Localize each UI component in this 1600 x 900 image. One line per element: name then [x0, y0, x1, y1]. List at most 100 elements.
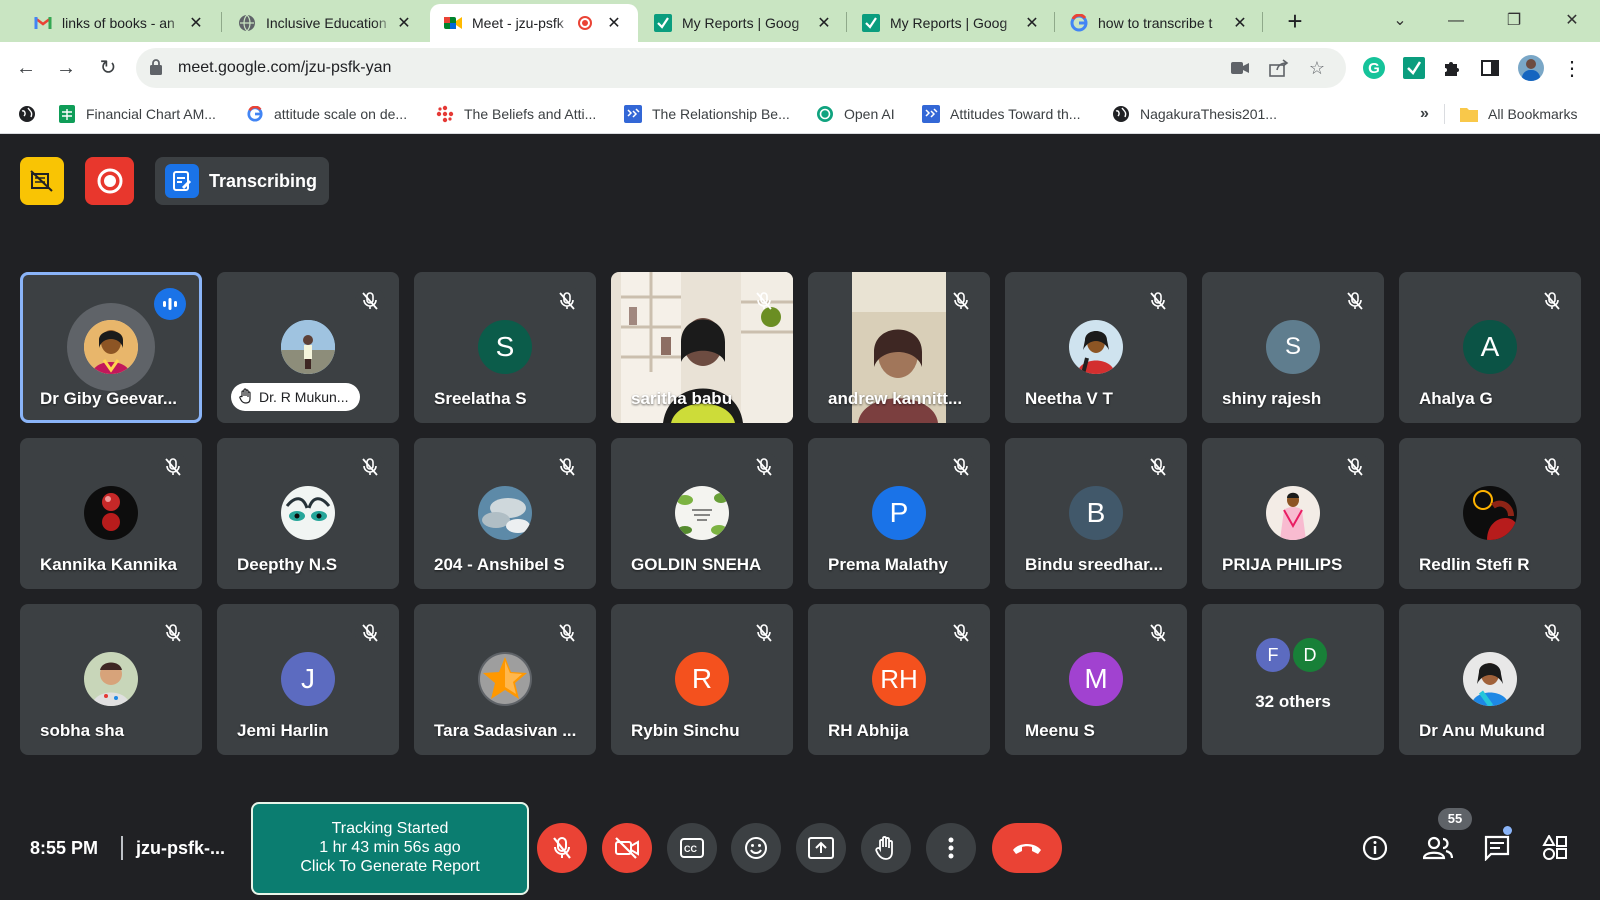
bookmark-item[interactable]: The Beliefs and Atti... — [436, 104, 596, 124]
back-arrow-icon[interactable]: ← — [10, 52, 42, 84]
raise-hand-button[interactable] — [861, 823, 911, 873]
reactions-button[interactable] — [731, 823, 781, 873]
participant-tile[interactable]: S Sreelatha S — [414, 272, 596, 423]
tab-meet-active[interactable]: Meet - jzu-psfk ✕ — [430, 4, 638, 42]
forward-arrow-icon[interactable]: → — [50, 52, 82, 84]
bookmark-item[interactable]: Financial Chart AM... — [58, 104, 216, 124]
participant-tile[interactable]: Dr. R Mukun... — [217, 272, 399, 423]
leave-call-button[interactable] — [992, 823, 1062, 873]
attendance-tracker-button[interactable]: Tracking Started 1 hr 43 min 56s ago Cli… — [251, 802, 529, 895]
mic-off-icon — [946, 618, 976, 648]
close-tab-icon[interactable]: ✕ — [814, 13, 834, 33]
participant-tile[interactable]: P Prema Malathy — [808, 438, 990, 589]
participant-tile[interactable]: J Jemi Harlin — [217, 604, 399, 755]
chrome-menu-icon[interactable]: ⋮ — [1560, 56, 1584, 80]
camera-icon[interactable] — [1229, 57, 1251, 79]
participant-tile[interactable]: sobha sha — [20, 604, 202, 755]
globe-icon — [1112, 105, 1130, 123]
tab-my-reports-2[interactable]: My Reports | Goog ✕ — [848, 4, 1052, 42]
participant-count-badge: 55 — [1438, 808, 1472, 830]
no-video-info-chip[interactable] — [20, 157, 64, 205]
meeting-details-button[interactable] — [1357, 830, 1393, 866]
bookmark-item[interactable]: attitude scale on de... — [246, 104, 407, 124]
close-tab-icon[interactable]: ✕ — [1022, 13, 1042, 33]
participant-tile[interactable]: Kannika Kannika — [20, 438, 202, 589]
tracker-status: Tracking Started — [331, 820, 449, 837]
address-bar[interactable]: meet.google.com/jzu-psfk-yan ☆ — [136, 48, 1346, 88]
transcribing-chip[interactable]: Transcribing — [155, 157, 329, 205]
side-panel-icon[interactable] — [1478, 56, 1502, 80]
speaking-indicator-icon — [154, 288, 186, 320]
close-window-icon[interactable]: ✕ — [1552, 6, 1592, 36]
tab-my-reports-1[interactable]: My Reports | Goog ✕ — [640, 4, 844, 42]
close-tab-icon[interactable]: ✕ — [1230, 13, 1250, 33]
participant-tile[interactable]: B Bindu sreedhar... — [1005, 438, 1187, 589]
avatar — [84, 320, 138, 374]
camera-toggle-button[interactable] — [602, 823, 652, 873]
others-tile[interactable]: F D 32 others — [1202, 604, 1384, 755]
extensions-puzzle-icon[interactable] — [1440, 56, 1464, 80]
captions-button[interactable]: CC — [667, 823, 717, 873]
participant-tile[interactable]: PRIJA PHILIPS — [1202, 438, 1384, 589]
activities-button[interactable] — [1537, 830, 1573, 866]
participant-name: Meenu S — [1025, 721, 1095, 740]
participant-tile[interactable]: Deepthy N.S — [217, 438, 399, 589]
raised-hand-badge: Dr. R Mukun... — [231, 383, 361, 411]
people-button[interactable] — [1420, 830, 1456, 866]
bookmarks-overflow-button[interactable]: » — [1420, 104, 1429, 124]
chat-button[interactable] — [1479, 830, 1515, 866]
mic-off-icon — [355, 286, 385, 316]
participant-tile[interactable]: Neetha V T — [1005, 272, 1187, 423]
participant-tile[interactable]: GOLDIN SNEHA — [611, 438, 793, 589]
tracker-elapsed: 1 hr 43 min 56s ago — [319, 839, 461, 856]
tab-search-icon[interactable]: ⌄ — [1380, 6, 1420, 36]
url-text[interactable]: meet.google.com/jzu-psfk-yan — [178, 59, 391, 77]
participant-tile[interactable]: Tara Sadasivan ... — [414, 604, 596, 755]
participant-tile[interactable]: 204 - Anshibel S — [414, 438, 596, 589]
grammarly-icon[interactable]: G — [1362, 56, 1386, 80]
reload-icon[interactable]: ↻ — [92, 52, 124, 84]
participant-tile[interactable]: A Ahalya G — [1399, 272, 1581, 423]
participant-name: sobha sha — [40, 721, 125, 740]
participant-tile[interactable]: Dr Anu Mukund — [1399, 604, 1581, 755]
tab-inclusive-education[interactable]: Inclusive Education ✕ — [224, 4, 424, 42]
participant-tile[interactable]: Dr Giby Geevar... — [20, 272, 202, 423]
tab-google-search[interactable]: how to transcribe t ✕ — [1056, 4, 1260, 42]
bookmark-item[interactable]: Open AI — [816, 104, 895, 124]
avatar — [1069, 320, 1123, 374]
raised-hand-icon — [239, 387, 253, 407]
recording-chip[interactable] — [85, 157, 134, 205]
mic-off-icon — [1340, 452, 1370, 482]
meeting-code[interactable]: jzu-psfk-... — [136, 838, 225, 859]
close-tab-icon[interactable]: ✕ — [604, 13, 624, 33]
web-apps-icon[interactable] — [18, 104, 36, 124]
participant-tile[interactable]: RH RH Abhija — [808, 604, 990, 755]
participant-tile[interactable]: andrew kannitt... — [808, 272, 990, 423]
share-icon[interactable] — [1268, 57, 1290, 79]
more-options-button[interactable] — [926, 823, 976, 873]
participant-tile[interactable]: saritha babu — [611, 272, 793, 423]
doc-icon — [922, 105, 940, 123]
google-icon — [1070, 14, 1088, 32]
mic-off-icon — [1340, 286, 1370, 316]
restore-icon[interactable]: ❐ — [1494, 6, 1534, 36]
new-tab-button[interactable]: + — [1280, 6, 1310, 36]
close-tab-icon[interactable]: ✕ — [186, 13, 206, 33]
mic-toggle-button[interactable] — [537, 823, 587, 873]
all-bookmarks-button[interactable]: All Bookmarks — [1460, 104, 1577, 124]
site-info-icon[interactable] — [150, 59, 162, 80]
present-button[interactable] — [796, 823, 846, 873]
participant-tile[interactable]: M Meenu S — [1005, 604, 1187, 755]
bookmark-item[interactable]: The Relationship Be... — [624, 104, 790, 124]
check-extension-icon[interactable] — [1402, 56, 1426, 80]
participant-tile[interactable]: R Rybin Sinchu — [611, 604, 793, 755]
tab-gmail[interactable]: links of books - an ✕ — [20, 4, 216, 42]
bookmark-item[interactable]: Attitudes Toward th... — [922, 104, 1080, 124]
close-tab-icon[interactable]: ✕ — [394, 13, 414, 33]
participant-tile[interactable]: Redlin Stefi R — [1399, 438, 1581, 589]
profile-avatar[interactable] — [1518, 55, 1544, 81]
bookmark-item[interactable]: NagakuraThesis201... — [1112, 104, 1277, 124]
participant-tile[interactable]: S shiny rajesh — [1202, 272, 1384, 423]
bookmark-star-icon[interactable]: ☆ — [1306, 57, 1328, 79]
minimize-icon[interactable]: — — [1436, 6, 1476, 36]
